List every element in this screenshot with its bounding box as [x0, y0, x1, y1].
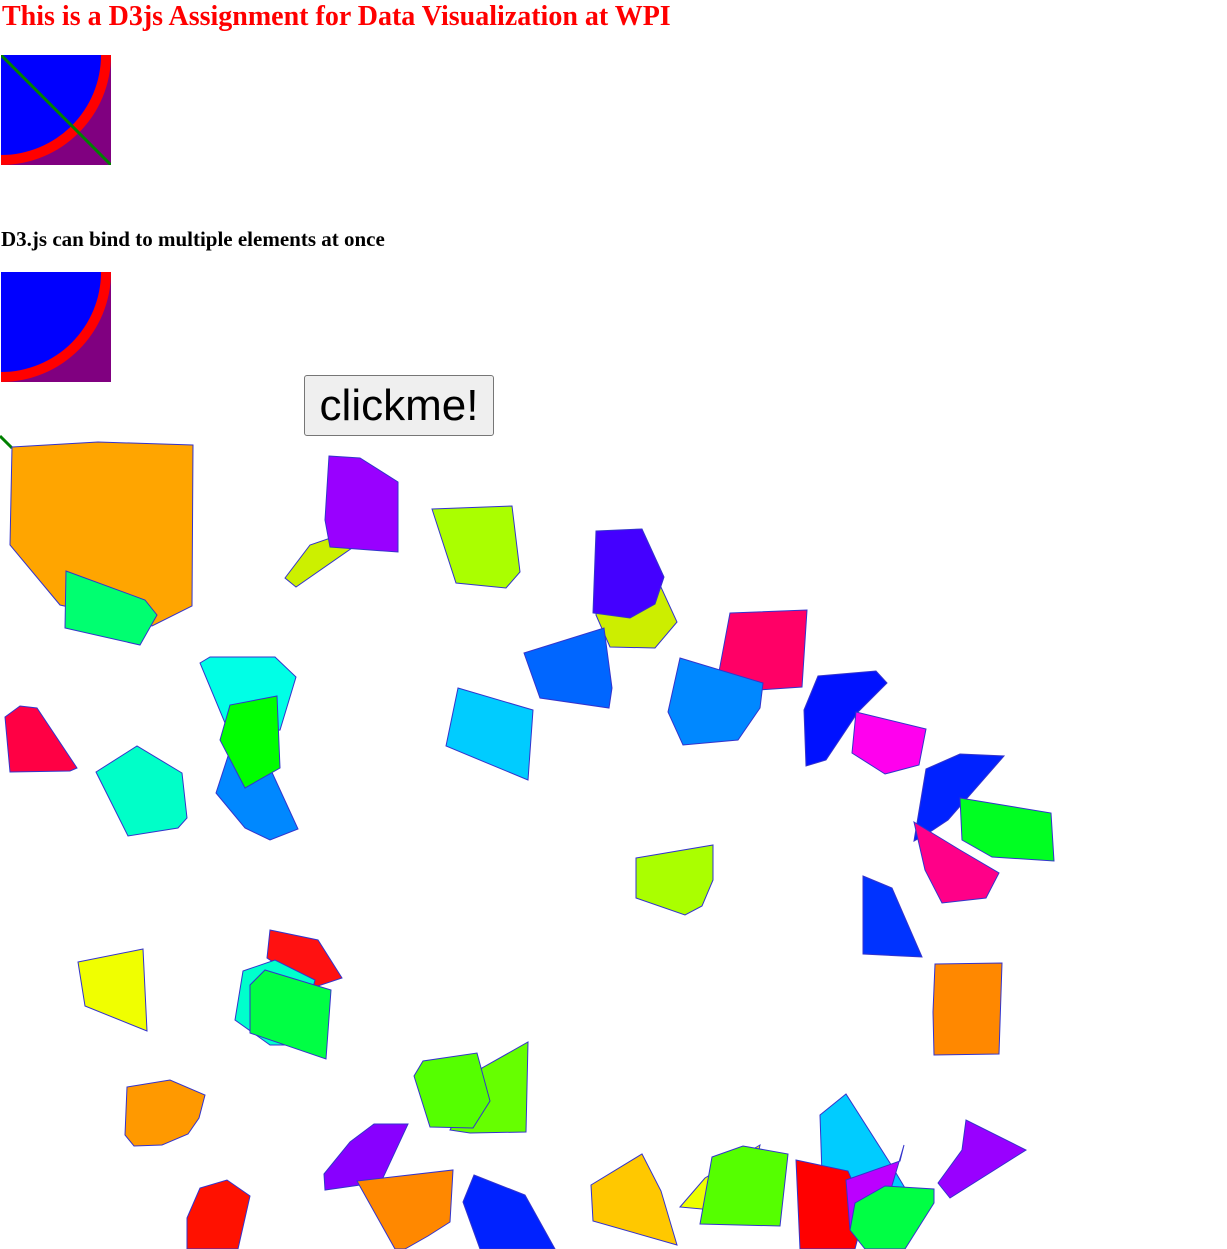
random-polygon — [4, 705, 78, 773]
random-polygon — [635, 844, 714, 916]
composite-shape-copy — [1, 272, 111, 382]
subtitle: D3.js can bind to multiple elements at o… — [1, 227, 385, 251]
clickme-button[interactable]: clickme! — [304, 375, 494, 436]
random-polygon — [324, 455, 399, 553]
random-polygon — [592, 528, 665, 619]
random-polygon — [77, 948, 148, 1032]
random-polygon — [959, 797, 1055, 862]
random-polygon — [431, 505, 521, 589]
random-polygon — [95, 745, 188, 837]
random-polygon — [932, 962, 1003, 1056]
random-polygon — [851, 711, 927, 775]
polygon-group — [4, 441, 1055, 1249]
random-polygon — [413, 1052, 491, 1129]
page-title: This is a D3js Assignment for Data Visua… — [2, 1, 671, 32]
random-polygon — [124, 1079, 206, 1147]
random-polygon — [937, 1119, 1028, 1199]
random-polygon — [523, 627, 613, 709]
random-polygon — [356, 1169, 454, 1249]
composite-shape — [1, 55, 111, 165]
random-polygon — [186, 1179, 251, 1249]
random-polygon — [445, 687, 534, 781]
random-polygon — [462, 1174, 556, 1249]
random-polygon — [862, 875, 923, 958]
polygon-canvas — [0, 434, 1055, 1249]
random-polygon — [699, 1145, 789, 1227]
green-line-stub — [0, 434, 14, 450]
random-polygon — [590, 1153, 678, 1246]
